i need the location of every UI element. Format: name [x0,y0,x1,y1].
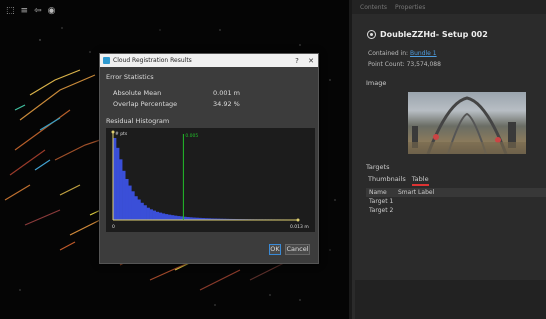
histogram-bar [137,199,141,220]
point-count-row: Point Count: 73,574,088 [368,61,441,68]
y-axis-label: # pts [115,131,128,137]
help-button[interactable]: ? [290,57,304,65]
histogram-bar [170,215,175,220]
tab-properties[interactable]: Properties [395,4,425,11]
residual-histogram: 0.005 # pts 0 0.013 m [106,128,315,232]
histogram-bar [164,214,169,220]
expand-icon[interactable]: ≡ [21,6,29,16]
histogram-bar [140,202,144,220]
tab-contents[interactable]: Contents [360,4,387,11]
dialog-titlebar[interactable]: Cloud Registration Results ? ✕ [100,54,318,67]
overlap-percentage-label: Overlap Percentage [113,100,178,108]
histogram-bar [174,215,178,220]
histogram-bar [128,185,132,220]
tab-table[interactable]: Table [411,175,429,186]
target-name: Target 2 [369,207,394,214]
setup-title-text: DoubleZZHd- Setup 002 [380,30,488,39]
targets-tabs: Thumbnails Table [368,175,429,186]
x-axis-end [296,218,300,222]
absolute-mean-label: Absolute Mean [113,89,162,97]
arrow-icon[interactable]: ⇦ [34,6,42,16]
error-statistics-title: Error Statistics [106,73,154,81]
histogram-chart: 0.005 # pts 0 0.013 m [111,130,309,230]
app-icon [103,57,110,64]
table-row[interactable]: Target 1 [366,197,546,206]
histogram-bar [116,147,120,220]
histogram-bar [125,179,129,220]
dialog-title: Cloud Registration Results [113,57,192,64]
column-header-name[interactable]: Name [366,189,398,196]
cancel-button[interactable]: Cancel [285,244,310,255]
table-header: Name Smart Label [366,188,546,197]
histogram-bar [158,212,163,220]
histogram-bar [119,159,123,220]
histogram-bar [122,170,126,220]
histogram-bar [177,216,181,220]
setup-title: DoubleZZHd- Setup 002 [367,30,488,39]
properties-panel: Contents Properties DoubleZZHd- Setup 00… [349,0,546,319]
targets-table: Name Smart Label Target 1 Target 2 [366,188,546,215]
eye-icon[interactable]: ◉ [48,6,56,16]
histogram-bar [131,191,135,220]
histogram-bar [152,210,156,220]
contained-in-label: Contained in: [368,50,409,57]
histogram-bar [155,211,160,220]
column-header-smart-label[interactable]: Smart Label [398,189,434,196]
histogram-bar [161,213,166,220]
histogram-bar [134,196,138,220]
histogram-bar [146,207,150,220]
cloud-registration-dialog: Cloud Registration Results ? ✕ Error Sta… [99,53,319,264]
mean-marker-label: 0.005 [185,133,198,139]
point-count-label: Point Count: [368,61,405,68]
ok-button[interactable]: OK [269,244,281,255]
scan-setup-icon [367,30,376,39]
x-tick-label: 0 [112,224,115,230]
tab-thumbnails[interactable]: Thumbnails [368,175,406,186]
bundle-link[interactable]: Bundle 1 [410,50,437,57]
image-label: Image [366,79,387,87]
overlap-percentage-value: 34.92 % [213,100,240,108]
close-button[interactable]: ✕ [304,57,318,65]
absolute-mean-value: 0.001 m [213,89,241,97]
grid-icon[interactable]: ⬚ [6,6,15,16]
viewport-toolbar: ⬚ ≡ ⇦ ◉ [6,6,55,16]
panel-footer-area [355,280,546,319]
point-count-value: 73,574,088 [406,61,441,68]
table-row[interactable]: Target 2 [366,206,546,215]
histogram-bar [113,138,117,220]
residual-histogram-title: Residual Histogram [106,117,170,125]
panel-tabs: Contents Properties [352,0,546,14]
histogram-bar [167,214,172,220]
histogram-bar [149,209,153,220]
x-tick-label: 0.013 m [290,224,309,230]
panorama-thumbnail[interactable] [408,92,526,154]
histogram-bar [143,205,147,220]
targets-label: Targets [366,163,390,171]
contained-in-row: Contained in: Bundle 1 [368,50,437,57]
target-name: Target 1 [369,198,394,205]
